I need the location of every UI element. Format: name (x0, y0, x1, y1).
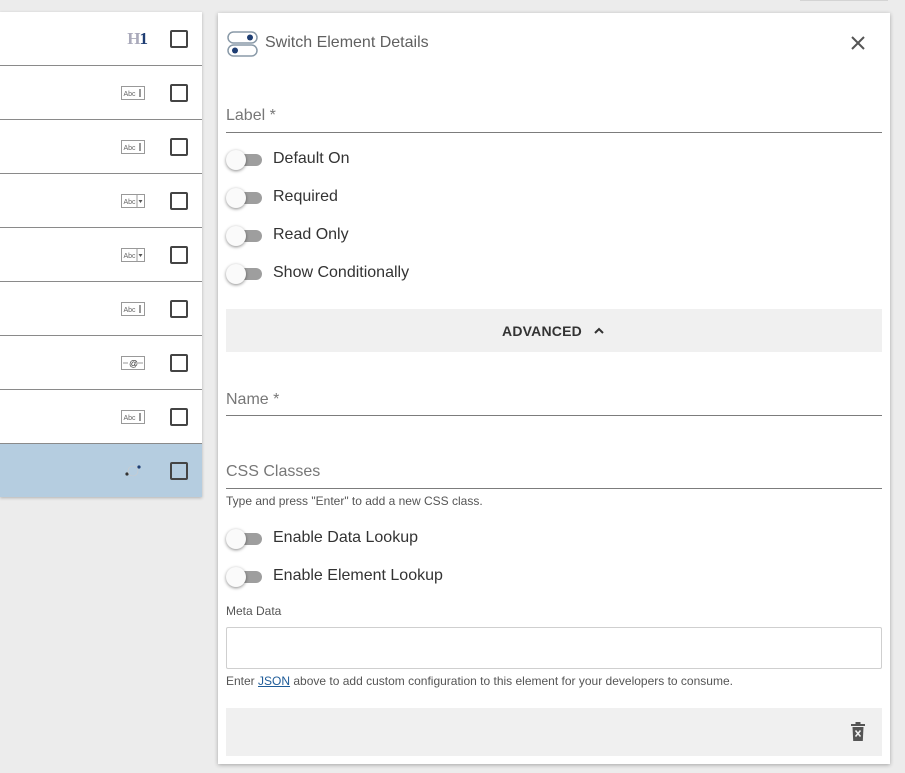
text-field-icon: Abc (121, 301, 145, 316)
element-row-heading[interactable]: H1 (0, 12, 202, 66)
toggle-knob (226, 264, 246, 284)
toggle-required[interactable]: Required (226, 186, 626, 210)
toggle-knob (226, 529, 246, 549)
element-checkbox[interactable] (170, 137, 188, 156)
element-row-email[interactable]: @ (0, 336, 202, 390)
toggle-read-only[interactable]: Read Only (226, 224, 626, 248)
switch-element-icon (227, 31, 258, 57)
element-row-switch[interactable] (0, 444, 202, 497)
toggle-default-on[interactable]: Default On (226, 148, 626, 172)
panel-title: Switch Element Details (265, 34, 429, 51)
toggle-label: Enable Data Lookup (273, 529, 418, 546)
element-row-select[interactable]: Abc (0, 174, 202, 228)
label-field[interactable]: Label * (226, 99, 882, 133)
toggle-show-conditionally[interactable]: Show Conditionally (226, 262, 626, 286)
text-field-icon: Abc (121, 409, 145, 424)
svg-text:Abc: Abc (124, 199, 137, 206)
element-checkbox[interactable] (170, 299, 188, 318)
toggle-enable-data-lookup[interactable]: Enable Data Lookup (226, 527, 626, 551)
svg-text:Abc: Abc (124, 253, 137, 260)
element-checkbox[interactable] (170, 83, 188, 102)
meta-data-label: Meta Data (226, 604, 282, 618)
element-row-text[interactable]: Abc (0, 282, 202, 336)
toggle-label: Enable Element Lookup (273, 567, 443, 584)
select-icon: Abc (121, 193, 145, 208)
toggle-knob (226, 188, 246, 208)
label-input[interactable] (226, 110, 882, 130)
toggle-label: Read Only (273, 226, 349, 243)
element-checkbox[interactable] (170, 353, 188, 372)
element-checkbox[interactable] (170, 461, 188, 480)
svg-text:Abc: Abc (124, 415, 137, 422)
chevron-up-icon (594, 327, 604, 334)
css-classes-helper: Type and press "Enter" to add a new CSS … (226, 494, 483, 508)
element-checkbox[interactable] (170, 407, 188, 426)
textarea-icon: Abc (121, 139, 145, 154)
toggle-enable-element-lookup[interactable]: Enable Element Lookup (226, 565, 626, 589)
svg-text:@: @ (129, 358, 138, 368)
select-icon: Abc (121, 247, 145, 262)
delete-icon[interactable] (850, 722, 866, 742)
text-field-icon: Abc (121, 85, 145, 100)
meta-data-helper-suffix: above to add custom configuration to thi… (290, 674, 733, 688)
advanced-label: ADVANCED (502, 322, 582, 339)
css-classes-field[interactable]: CSS Classes (226, 454, 882, 489)
element-checkbox[interactable] (170, 191, 188, 210)
toggle-knob (226, 226, 246, 246)
svg-text:Abc: Abc (124, 145, 137, 152)
toggle-label: Default On (273, 150, 350, 167)
toggle-knob (226, 150, 246, 170)
json-link[interactable]: JSON (258, 674, 290, 688)
meta-data-helper-prefix: Enter (226, 674, 259, 688)
email-icon: @ (121, 355, 145, 370)
close-icon[interactable] (846, 31, 870, 55)
heading-icon: H1 (127, 28, 148, 48)
switch-element-icon (125, 464, 141, 476)
svg-text:Abc: Abc (124, 307, 137, 314)
css-classes-input[interactable] (226, 466, 882, 486)
meta-data-input[interactable] (226, 627, 882, 669)
element-row-text[interactable]: Abc (0, 390, 202, 444)
name-input[interactable] (226, 393, 882, 413)
toggle-label: Required (273, 188, 338, 205)
name-field[interactable]: Name * (226, 382, 882, 416)
element-row-select[interactable]: Abc (0, 228, 202, 282)
element-list: H1 Abc Abc Abc Abc Abc @ Abc (0, 12, 202, 497)
advanced-toggle-button[interactable]: ADVANCED (226, 309, 882, 352)
toggle-knob (226, 567, 246, 587)
panel-footer (226, 708, 882, 756)
background-edge (800, 0, 888, 1)
element-row-textarea[interactable]: Abc (0, 120, 202, 174)
element-checkbox[interactable] (170, 29, 188, 48)
svg-text:Abc: Abc (124, 91, 137, 98)
toggle-label: Show Conditionally (273, 264, 410, 281)
element-checkbox[interactable] (170, 245, 188, 264)
meta-data-helper: Enter JSON above to add custom configura… (226, 674, 733, 688)
element-details-panel: Switch Element Details Label * Default O… (218, 13, 890, 764)
element-row-text[interactable]: Abc (0, 66, 202, 120)
